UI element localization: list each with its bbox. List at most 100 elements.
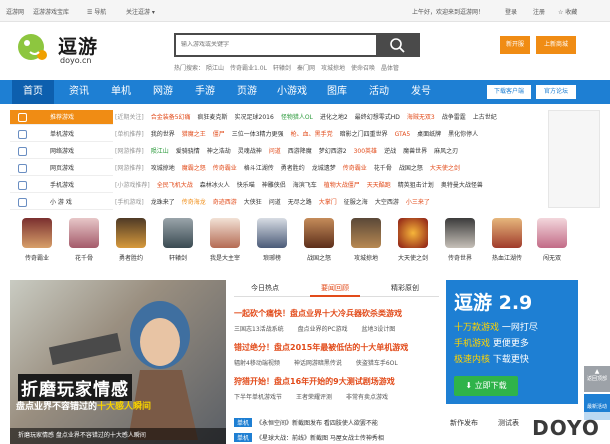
game-row: [小游戏推荐] 全民飞机大战 森林冰火人 快乐喵 神雕侠侣 海滨飞车 植物大战僵尸 天天酷跑精… [115, 182, 483, 189]
hot-word[interactable]: 使命召唤 [351, 65, 375, 72]
nav-news[interactable]: 资讯 [60, 80, 98, 104]
game-icon-item[interactable]: 勇者胜约 [116, 218, 146, 266]
category-badge: 单机 [234, 418, 253, 427]
main-nav: 首页 资讯 单机 网游 手游 页游 小游戏 图库 活动 发号 下载客户端 官方论… [0, 80, 610, 104]
login-link[interactable]: 登录 [505, 7, 517, 16]
banner-character-image [48, 301, 198, 440]
game-icon-item[interactable]: 花千骨 [69, 218, 99, 266]
game-thumbnail-icon [537, 218, 567, 248]
hot-word[interactable]: 秦门网 [297, 65, 315, 72]
favorite-link[interactable]: ☆ 收藏 [558, 7, 577, 16]
tab-test-schedule[interactable]: 测试表 [498, 414, 519, 432]
nav-gallery[interactable]: 图库 [318, 80, 356, 104]
news-list-item[interactable]: 单机 《星球大战：前线》新截图 马屋女战士传神秀相 [234, 433, 384, 442]
category-mobile[interactable]: 手机游戏 [10, 178, 113, 193]
nav-webgame[interactable]: 页游 [228, 80, 266, 104]
category-online[interactable]: 网络游戏 [10, 144, 113, 159]
hot-word[interactable]: 陨江山 [206, 65, 224, 72]
new-server-button[interactable]: 新开服 [500, 36, 530, 54]
tab-new-release[interactable]: 新作发布 [450, 414, 478, 432]
nav-menu[interactable]: ☰ 导航 [87, 7, 106, 16]
game-thumbnail-icon [116, 218, 146, 248]
globe-icon [18, 147, 27, 156]
hot-word[interactable]: 轩辕剑 [273, 65, 291, 72]
news-list-item[interactable]: 单机 《永恒空间》新截图发布 看四肢使人欲罢不能 [234, 418, 378, 427]
download-client-button[interactable]: 下载客户端 [487, 85, 531, 99]
nav-mobile[interactable]: 手游 [186, 80, 224, 104]
category-badge: 单机 [234, 433, 253, 442]
news-headline[interactable]: 错过绝分！盘点2015年最被低估的十大单机游戏 [234, 342, 408, 353]
promo-brand: 逗游 2.9 [454, 292, 533, 314]
search-box [174, 33, 420, 57]
game-row: [手机游戏] 龙珠来了 传奇海龙 奇迹西游 大侠狂 问道 无尽之路 大掌门 征服之海 大空西游 小三… [115, 199, 430, 206]
game-icon-item[interactable]: 闯无双 [537, 218, 567, 266]
banner-title: 折磨玩家情感 [18, 374, 132, 401]
tab-headline-review[interactable]: 要闻回顾 [310, 280, 360, 297]
follow-link[interactable]: 关注逗游 ▾ [126, 7, 155, 16]
game-thumbnail-icon [351, 218, 381, 248]
game-icon-item[interactable]: 琅琊榜 [257, 218, 287, 266]
logo-text[interactable]: 逗游 [58, 32, 98, 59]
download-icon: ⬇ [465, 381, 475, 390]
game-thumbnail-icon [445, 218, 475, 248]
tab-original[interactable]: 精彩原创 [380, 280, 430, 297]
game-icon-item[interactable]: 我是大主宰 [210, 218, 240, 266]
nav-minigame[interactable]: 小游戏 [270, 80, 314, 104]
game-icon-item[interactable]: 传奇世界 [445, 218, 475, 266]
game-icon-item[interactable]: 传奇霸业 [22, 218, 52, 266]
game-row: [网游推荐] 陨江山 爱骑骁情 神之浩劫 灵魂战神 问道 西游降魔 梦幻西游2 300英雄 逆战魔… [115, 148, 459, 155]
game-icon-item[interactable]: 攻城掠地 [351, 218, 381, 266]
logo-domain: doyo.cn [60, 56, 92, 65]
game-icon-strip: 传奇霸业 花千骨 勇者胜约 轩辕剑 我是大主宰 琅琊榜 战国之怒 攻城掠地 大天… [10, 218, 570, 268]
register-link[interactable]: 注册 [533, 7, 545, 16]
download-now-button[interactable]: ⬇ 立即下载 [454, 376, 518, 396]
category-list: 推荐游戏 单机游戏 网络游戏 网页游戏 手机游戏 小 游 戏 [10, 110, 113, 210]
news-sublinks: 下半年单机游戏节 王者荣耀评测 非常有卖点游戏 [234, 394, 389, 401]
back-to-top-button[interactable]: ▲ 返回顶部 [584, 366, 610, 392]
game-icon-item[interactable]: 大天使之剑 [398, 218, 428, 266]
feature-banner[interactable]: 折磨玩家情感 盘点业界不容错过的十大感人瞬间 折磨玩家情感 盘点业界不容错过的十… [10, 280, 226, 444]
nav-giftcode[interactable]: 发号 [402, 80, 440, 104]
hot-search: 热门搜索： 陨江山 传奇霸业1.0L 轩辕剑 秦门网 攻城掠地 使命召唤 晶体管 [174, 63, 405, 72]
game-thumbnail-icon [22, 218, 52, 248]
star-icon [18, 113, 27, 122]
tab-today-hot[interactable]: 今日热点 [240, 280, 290, 297]
hot-search-label: 热门搜索： [174, 65, 205, 72]
hot-word[interactable]: 晶体管 [381, 65, 399, 72]
top-bar: 逗游网 逗游游戏宝库 ☰ 导航 关注逗游 ▾ 上午好，欢迎来到逗游网！ 登录 注… [0, 0, 610, 22]
welcome-text: 上午好，欢迎来到逗游网！ [412, 9, 485, 16]
banner-caption: 折磨玩家情感 盘点业界不容错过的十大感人瞬间 [10, 428, 226, 444]
game-icon-item[interactable]: 轩辕剑 [163, 218, 193, 266]
nav-events[interactable]: 活动 [360, 80, 398, 104]
game-icon-item[interactable]: 战国之怒 [304, 218, 334, 266]
site-link[interactable]: 逗游网 [6, 7, 24, 16]
forum-button[interactable]: 官方论坛 [536, 85, 576, 99]
game-thumbnail-icon [257, 218, 287, 248]
nav-online[interactable]: 网游 [144, 80, 182, 104]
promo-line: 极速内核 下载更快 [454, 355, 529, 365]
hot-word[interactable]: 传奇霸业1.0L [230, 65, 267, 72]
hot-word[interactable]: 攻城掠地 [321, 65, 345, 72]
doyo-watermark: DOYO [522, 412, 610, 444]
mall-button[interactable]: 上新商城 [536, 36, 576, 54]
browser-icon [18, 164, 27, 173]
cursor-icon [18, 198, 27, 207]
nav-home[interactable]: 首页 [12, 80, 54, 104]
gamepad-icon [18, 130, 27, 139]
category-webgame[interactable]: 网页游戏 [10, 161, 113, 176]
news-headline[interactable]: 狩猎开始！盘点16年开始的9大测试剧场游戏 [234, 376, 395, 387]
nav-single[interactable]: 单机 [102, 80, 140, 104]
news-headline[interactable]: 一起砍个痛快！盘点业界十大冷兵器砍杀类游戏 [234, 308, 402, 319]
category-single[interactable]: 单机游戏 [10, 127, 113, 142]
subsite-link[interactable]: 逗游游戏宝库 [33, 7, 69, 16]
news-tabs: 今日热点 要闻回顾 精彩原创 [234, 280, 439, 297]
category-minigame[interactable]: 小 游 戏 [10, 195, 113, 210]
search-button[interactable] [376, 35, 418, 55]
game-icon-item[interactable]: 热血江湖传 [492, 218, 522, 266]
search-input[interactable] [181, 41, 371, 48]
client-promo[interactable]: 逗游 2.9 十万款游戏 一网打尽 手机游戏 更便更多 极速内核 下载更快 ⬇ … [446, 280, 578, 404]
logo-icon[interactable] [16, 30, 50, 64]
category-recommended[interactable]: 推荐游戏 [10, 110, 113, 125]
game-thumbnail-icon [163, 218, 193, 248]
game-row: [近期关注] 合金装备5幻痛 疯狂麦克斯 实况足球2016 怪物猎人OL 进化之地2 最终幻… [115, 114, 497, 121]
